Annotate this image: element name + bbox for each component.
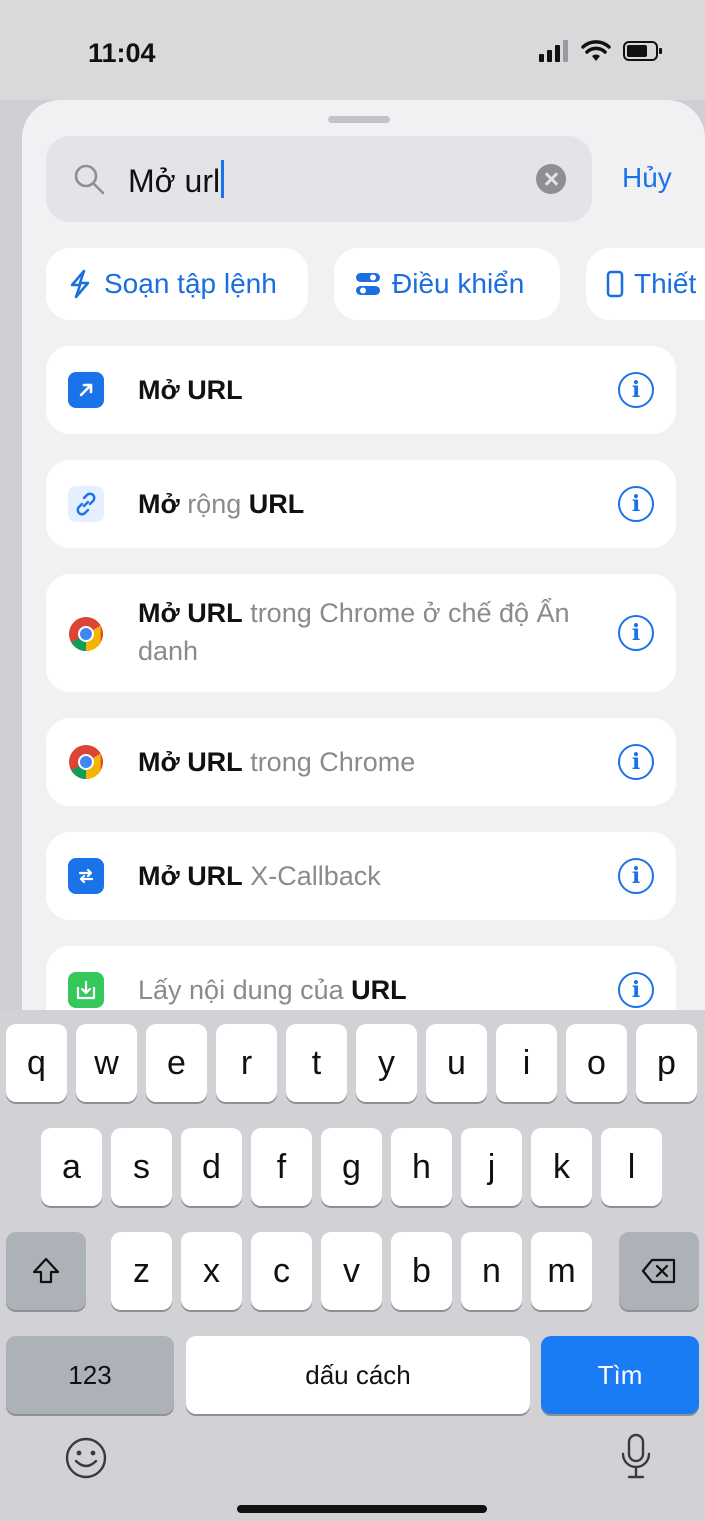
- sheet-grabber[interactable]: [328, 116, 390, 123]
- shift-icon: [32, 1257, 60, 1284]
- key-i[interactable]: i: [496, 1024, 557, 1102]
- result-label: Mở rộng URL: [138, 489, 305, 519]
- home-indicator[interactable]: [237, 1505, 487, 1513]
- clear-search-button[interactable]: [536, 164, 566, 194]
- chrome-icon: [68, 616, 104, 652]
- cellular-signal-icon: [539, 40, 568, 62]
- key-r[interactable]: r: [216, 1024, 277, 1102]
- result-row[interactable]: Mở URL i: [46, 346, 676, 434]
- device-icon: [606, 270, 624, 298]
- link-icon: [68, 486, 104, 522]
- emoji-icon[interactable]: [64, 1436, 108, 1480]
- status-icons: [539, 40, 663, 62]
- microphone-icon[interactable]: [620, 1432, 652, 1482]
- cancel-button[interactable]: Hủy: [622, 162, 672, 194]
- delete-icon: [641, 1258, 676, 1284]
- result-label: Lấy nội dung của URL: [138, 975, 407, 1005]
- key-p[interactable]: p: [636, 1024, 697, 1102]
- key-b[interactable]: b: [391, 1232, 452, 1310]
- key-f[interactable]: f: [251, 1128, 312, 1206]
- result-row[interactable]: Lấy nội dung của URL i: [46, 946, 676, 1010]
- space-key[interactable]: dấu cách: [186, 1336, 530, 1414]
- info-icon[interactable]: i: [618, 858, 654, 894]
- result-row[interactable]: Mở URL X-Callback i: [46, 832, 676, 920]
- toggle-icon: [354, 270, 382, 298]
- key-d[interactable]: d: [181, 1128, 242, 1206]
- result-label: Mở URL trong Chrome: [138, 747, 416, 777]
- battery-icon: [623, 41, 662, 61]
- key-t[interactable]: t: [286, 1024, 347, 1102]
- key-o[interactable]: o: [566, 1024, 627, 1102]
- key-u[interactable]: u: [426, 1024, 487, 1102]
- shift-key[interactable]: [6, 1232, 86, 1310]
- info-icon[interactable]: i: [618, 972, 654, 1008]
- info-icon[interactable]: i: [618, 372, 654, 408]
- search-key[interactable]: Tìm: [541, 1336, 699, 1414]
- search-icon: [74, 164, 105, 195]
- key-x[interactable]: x: [181, 1232, 242, 1310]
- key-k[interactable]: k: [531, 1128, 592, 1206]
- keyboard: q w e r t y u i o p a s d f g h j k l z …: [0, 1010, 705, 1521]
- delete-key[interactable]: [619, 1232, 699, 1310]
- chip-device[interactable]: Thiết: [586, 248, 705, 320]
- key-c[interactable]: c: [251, 1232, 312, 1310]
- key-h[interactable]: h: [391, 1128, 452, 1206]
- chip-label: Điều khiển: [392, 268, 525, 299]
- chrome-icon: [68, 744, 104, 780]
- text-cursor: [221, 160, 225, 198]
- chip-label: Soạn tập lệnh: [104, 268, 277, 299]
- chip-scripting[interactable]: Soạn tập lệnh: [46, 248, 308, 320]
- key-z[interactable]: z: [111, 1232, 172, 1310]
- numbers-key[interactable]: 123: [6, 1336, 174, 1414]
- script-icon: [66, 269, 94, 299]
- result-label: Mở URL X-Callback: [138, 861, 381, 891]
- category-chips: Soạn tập lệnh Điều khiển Thiết: [46, 248, 705, 320]
- key-v[interactable]: v: [321, 1232, 382, 1310]
- wifi-icon: [581, 40, 611, 61]
- key-j[interactable]: j: [461, 1128, 522, 1206]
- download-icon: [68, 972, 104, 1008]
- key-e[interactable]: e: [146, 1024, 207, 1102]
- action-search-sheet: Mở url Hủy Soạn tập lệnh Điều khiển Thiế…: [22, 100, 705, 1010]
- search-input[interactable]: Mở url: [128, 160, 225, 200]
- status-bar: 11:04: [0, 0, 705, 100]
- key-w[interactable]: w: [76, 1024, 137, 1102]
- key-q[interactable]: q: [6, 1024, 67, 1102]
- key-y[interactable]: y: [356, 1024, 417, 1102]
- status-time: 11:04: [88, 38, 156, 68]
- chip-label: Thiết: [634, 268, 697, 299]
- key-a[interactable]: a: [41, 1128, 102, 1206]
- info-icon[interactable]: i: [618, 486, 654, 522]
- result-row[interactable]: Mở rộng URL i: [46, 460, 676, 548]
- key-n[interactable]: n: [461, 1232, 522, 1310]
- key-m[interactable]: m: [531, 1232, 592, 1310]
- key-s[interactable]: s: [111, 1128, 172, 1206]
- open-url-icon: [68, 372, 104, 408]
- info-icon[interactable]: i: [618, 744, 654, 780]
- result-label: Mở URL trong Chrome ở chế độ Ẩn danh: [138, 598, 570, 666]
- result-row[interactable]: Mở URL trong Chrome ở chế độ Ẩn danh i: [46, 574, 676, 692]
- search-input-value: Mở url: [128, 163, 221, 199]
- search-field[interactable]: Mở url: [46, 136, 592, 222]
- key-l[interactable]: l: [601, 1128, 662, 1206]
- info-icon[interactable]: i: [618, 615, 654, 651]
- result-row[interactable]: Mở URL trong Chrome i: [46, 718, 676, 806]
- chip-controls[interactable]: Điều khiển: [334, 248, 560, 320]
- x-callback-icon: [68, 858, 104, 894]
- result-label: Mở URL: [138, 375, 243, 405]
- key-g[interactable]: g: [321, 1128, 382, 1206]
